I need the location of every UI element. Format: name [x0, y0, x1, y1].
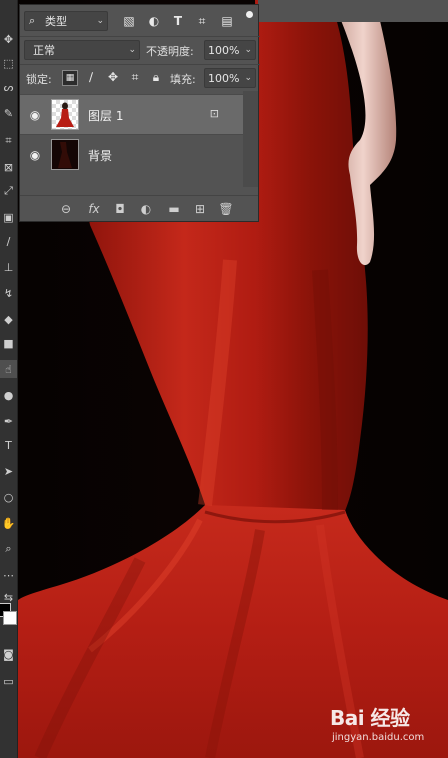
search-icon: ⌕ [29, 14, 36, 27]
top-menu-strip [258, 0, 448, 22]
tools-panel: ✥ ⬚ ᔕ ✎ ⌗ ⊠ ⤢ ▣ ∕ ⊥ ↯ ◆ ■ ☝ ● ✒ T ➤ ○ ✋ … [0, 0, 18, 758]
lock-transparent-icon[interactable]: ▦ [62, 70, 78, 86]
frame-tool-icon[interactable]: ⊠ [0, 158, 17, 176]
layer-name[interactable]: 背景 [88, 147, 112, 164]
delete-layer-icon[interactable]: 🗑︎ [218, 201, 234, 217]
fill-value: 100% [208, 71, 240, 85]
fill-field[interactable]: 100% ⌄ [204, 68, 256, 88]
divider [20, 64, 260, 65]
opacity-label: 不透明度: [146, 45, 194, 58]
marquee-tool-icon[interactable]: ⬚ [0, 54, 17, 72]
history-brush-tool-icon[interactable]: ↯ [0, 284, 17, 302]
lock-move-icon[interactable]: ✥ [106, 70, 120, 84]
lock-all-icon[interactable]: 🔒︎ [149, 70, 163, 84]
quick-select-tool-icon[interactable]: ✎ [0, 104, 17, 122]
stamp-tool-icon[interactable]: ⊥ [0, 258, 17, 276]
blend-mode-select[interactable]: 正常 ⌄ [24, 40, 140, 60]
background-color-swatch[interactable] [3, 611, 17, 625]
opacity-field[interactable]: 100% ⌄ [204, 40, 256, 60]
healing-tool-icon[interactable]: ▣ [0, 208, 17, 226]
add-mask-icon[interactable]: ◘ [112, 201, 128, 217]
smudge-tool-icon[interactable]: ☝ [0, 360, 17, 378]
eye-icon[interactable]: ◉ [28, 108, 42, 122]
divider [20, 36, 260, 37]
zoom-tool-icon[interactable]: ⌕ [0, 540, 17, 558]
dodge-tool-icon[interactable]: ● [0, 386, 17, 404]
new-layer-icon[interactable]: ⊞ [192, 201, 208, 217]
chevron-down-icon: ⌄ [244, 45, 252, 55]
baidu-watermark: Bai 经验 jingyan.baidu.com [330, 702, 445, 752]
image-filter-icon[interactable]: ▧ [122, 14, 136, 28]
move-tool-icon[interactable]: ✥ [0, 30, 17, 48]
layer-name[interactable]: 图层 1 [88, 107, 123, 124]
pen-tool-icon[interactable]: ✒ [0, 412, 17, 430]
ellipse-tool-icon[interactable]: ○ [0, 488, 17, 506]
more-tools-icon[interactable]: ⋯ [0, 566, 17, 584]
blend-mode-value: 正常 [33, 44, 55, 57]
layer-row-background[interactable]: ◉ 背景 [20, 134, 243, 174]
eye-icon[interactable]: ◉ [28, 148, 42, 162]
figure-thumbnail-image [56, 102, 74, 127]
lock-icon: ⊡ [209, 107, 219, 120]
screen-mode-icon[interactable]: ▭ [0, 672, 17, 690]
opacity-value: 100% [208, 43, 240, 57]
crop-tool-icon[interactable]: ⌗ [0, 132, 17, 150]
layers-panel-footer: ⊖ fx ◘ ◐ ▬ ⊞ 🗑︎ [20, 195, 258, 222]
lasso-tool-icon[interactable]: ᔕ [0, 78, 17, 96]
layer-row-layer1[interactable]: ◉ 图层 1 ⊡ [20, 94, 243, 134]
eyedropper-tool-icon[interactable]: ⤢ [0, 182, 17, 200]
smart-object-filter-icon[interactable]: ▤ [220, 14, 234, 28]
brush-tool-icon[interactable]: ∕ [0, 232, 17, 250]
adjustment-layer-icon[interactable]: ◐ [138, 201, 154, 217]
gradient-tool-icon[interactable]: ■ [0, 334, 17, 352]
layers-panel: ⌕ 类型 ⌄ ▧ ◐ T ⌗ ▤ 正常 ⌄ 不透明度: 100% ⌄ 锁定: ▦… [19, 4, 260, 222]
type-tool-icon[interactable]: T [0, 436, 17, 454]
path-select-tool-icon[interactable]: ➤ [0, 462, 17, 480]
link-layers-icon[interactable]: ⊖ [58, 201, 74, 217]
layer-thumbnail [51, 99, 79, 130]
shape-filter-icon[interactable]: ⌗ [195, 14, 209, 28]
fx-icon[interactable]: fx [86, 201, 102, 217]
watermark-url: jingyan.baidu.com [332, 732, 425, 743]
layer-thumbnail [51, 139, 79, 170]
filter-toggle[interactable] [246, 11, 253, 18]
hand-tool-icon[interactable]: ✋ [0, 514, 17, 532]
new-group-icon[interactable]: ▬ [166, 201, 182, 217]
background-thumbnail-image [58, 142, 72, 168]
chevron-down-icon: ⌄ [128, 45, 136, 55]
type-filter-icon[interactable]: T [171, 14, 185, 28]
chevron-down-icon: ⌄ [96, 16, 104, 26]
chevron-down-icon: ⌄ [244, 73, 252, 83]
adjustment-filter-icon[interactable]: ◐ [147, 14, 161, 28]
fill-label: 填充: [170, 73, 196, 86]
lock-paint-icon[interactable]: ∕ [84, 70, 98, 84]
layer-filter-value: 类型 [45, 15, 67, 28]
quick-mask-icon[interactable]: ◙ [0, 645, 17, 663]
layers-scrollbar[interactable] [243, 91, 258, 187]
lock-artboard-icon[interactable]: ⌗ [128, 70, 142, 84]
watermark-logo: Bai 经验 [330, 706, 410, 730]
layer-filter-select[interactable]: ⌕ 类型 ⌄ [24, 11, 108, 31]
lock-label: 锁定: [26, 73, 52, 86]
eraser-tool-icon[interactable]: ◆ [0, 310, 17, 328]
